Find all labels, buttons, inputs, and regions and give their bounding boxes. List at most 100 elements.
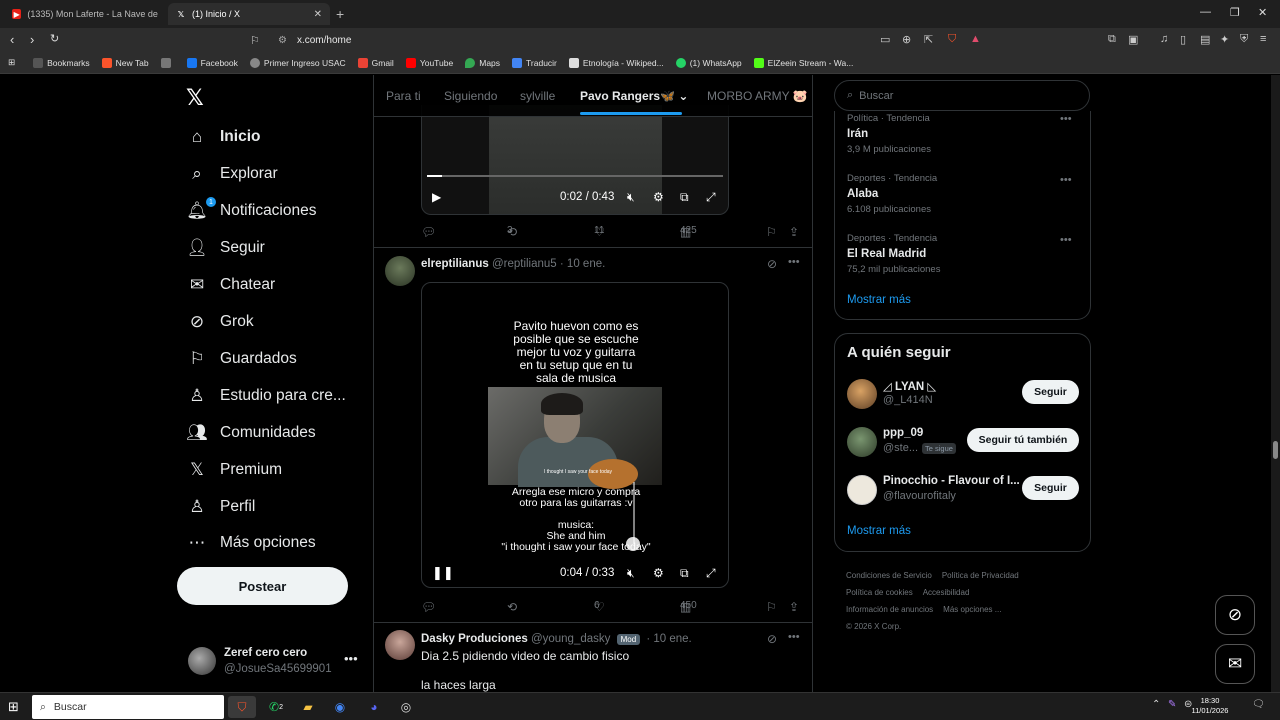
page-scrollbar[interactable] — [1271, 75, 1280, 692]
nav-item-comunidades[interactable]: 👥︎ Comunidades — [186, 418, 315, 448]
tab-sylville[interactable]: sylville — [520, 89, 555, 103]
tray-chevron-icon[interactable]: ⌃ — [1152, 699, 1160, 710]
trend-item[interactable]: Deportes · Tendencia El Real Madrid 75,2… — [847, 233, 940, 275]
windows-start-icon[interactable]: ⊞ — [8, 699, 19, 715]
tab-morbo-army[interactable]: MORBO ARMY 🐷 — [707, 89, 808, 103]
browser-tab-youtube[interactable]: ▶ (1335) Mon Laferte - La Nave del Olv — [4, 3, 166, 25]
new-tab-button[interactable]: + — [336, 6, 344, 22]
cast-icon[interactable]: ▭ — [880, 33, 890, 46]
play-icon[interactable]: ▶ — [432, 190, 441, 204]
sidebar-icon[interactable]: ▯ — [1180, 33, 1186, 46]
volume-slider-handle[interactable] — [626, 537, 640, 551]
tab-para-ti[interactable]: Para ti — [386, 89, 421, 103]
extensions-icon[interactable]: ⧉ — [1108, 33, 1116, 46]
more-icon[interactable]: ••• — [788, 256, 800, 268]
bookmark-icon[interactable]: ⚐ — [250, 34, 264, 47]
bookmark-item[interactable]: Primer Ingreso USAC — [249, 57, 346, 68]
follow-suggestion[interactable]: ppp_09 @ste... Te sigue Seguir tú también — [847, 426, 1087, 460]
menu-icon[interactable]: ≡ — [1260, 33, 1266, 45]
nav-item-estudio[interactable]: ♙ Estudio para cre... — [186, 381, 345, 411]
zoom-icon[interactable]: ⊕ — [902, 33, 911, 46]
footer-link[interactable]: Accesibilidad — [923, 588, 970, 597]
bookmark-item[interactable]: ElZeein Stream - Wa... — [753, 57, 853, 68]
nav-item-seguir[interactable]: 👤︎ Seguir — [186, 233, 265, 263]
search-input[interactable]: ⌕ Buscar — [834, 80, 1090, 111]
bookmark-item[interactable]: Etnología - Wikiped... — [568, 57, 664, 68]
x-logo-icon[interactable]: 𝕏 — [186, 85, 204, 111]
bookmark-item[interactable]: New Tab — [101, 57, 149, 68]
wallet-icon[interactable]: ▤ — [1200, 33, 1210, 46]
nav-item-premium[interactable]: 𝕏 Premium — [186, 455, 282, 485]
footer-link[interactable]: Información de anuncios — [846, 605, 933, 614]
fullscreen-icon[interactable]: ⤢ — [706, 190, 716, 205]
more-icon[interactable]: ••• — [1060, 174, 1072, 186]
more-icon[interactable]: ••• — [1060, 234, 1072, 246]
bookmark-item[interactable]: (1) WhatsApp — [675, 57, 742, 68]
whatsapp-icon[interactable]: ✆ 2 — [262, 696, 290, 718]
more-icon[interactable]: ••• — [1060, 113, 1072, 125]
trend-item[interactable]: Deportes · Tendencia Alaba 6.108 publica… — [847, 173, 937, 215]
bookmark-item[interactable]: YouTube — [405, 57, 453, 68]
reload-icon[interactable]: ↻ — [50, 32, 59, 45]
footer-link[interactable]: Política de Privacidad — [942, 571, 1019, 580]
fullscreen-icon[interactable]: ⤢ — [706, 566, 716, 581]
author-name[interactable]: Dasky Produciones — [421, 633, 528, 645]
author-handle[interactable]: @reptilianu5 — [492, 258, 557, 270]
video-player[interactable]: Pavito huevon como es posible que se esc… — [421, 282, 729, 588]
post-date[interactable]: · 10 ene. — [646, 633, 691, 645]
minimize-button[interactable]: — — [1200, 6, 1211, 18]
footer-link[interactable]: Condiciones de Servicio — [846, 571, 932, 580]
bookmark-item[interactable]: Traducir — [512, 57, 557, 68]
author-name[interactable]: elreptilianus — [421, 258, 489, 270]
pause-icon[interactable]: ❚❚ — [432, 565, 454, 581]
video-progress-bar[interactable] — [427, 175, 723, 177]
grok-icon[interactable]: ⊘ — [767, 632, 777, 646]
volume-slider[interactable] — [633, 482, 635, 544]
author-handle[interactable]: @young_dasky — [531, 633, 610, 645]
close-icon[interactable]: ✕ — [314, 9, 322, 20]
pip-icon[interactable]: ⧉ — [680, 566, 689, 581]
more-icon[interactable]: ••• — [344, 651, 358, 666]
share-icon[interactable]: ⇱ — [924, 33, 933, 46]
nav-item-explorar[interactable]: ⌕ Explorar — [186, 159, 277, 189]
follow-back-button[interactable]: Seguir tú también — [967, 428, 1079, 452]
back-icon[interactable]: ‹ — [10, 32, 14, 47]
volume-muted-icon[interactable]: 🔇︎ — [627, 190, 635, 205]
account-switcher[interactable]: Zeref cero cero @JosueSa45699901 ••• — [186, 643, 372, 683]
screenshot-icon[interactable]: ▣ — [1128, 33, 1138, 46]
messages-float-button[interactable]: ✉ — [1215, 644, 1255, 684]
scrollbar-thumb[interactable] — [1273, 441, 1278, 459]
close-window-button[interactable]: ✕ — [1258, 6, 1267, 19]
trend-item[interactable]: Política · Tendencia Irán 3,9 M publicac… — [847, 113, 931, 155]
footer-link[interactable]: Política de cookies — [846, 588, 913, 597]
follow-suggestion[interactable]: ◿ LYAN ◺ @_L414N Seguir — [847, 378, 1087, 412]
nav-item-inicio[interactable]: ⌂ Inicio — [186, 122, 261, 152]
brave-icon[interactable]: ⛉ — [228, 696, 256, 718]
notifications-icon[interactable]: 🗨︎ — [1252, 699, 1265, 710]
chrome-icon[interactable]: ◉ — [326, 696, 354, 718]
bookmark-item[interactable]: Facebook — [186, 57, 238, 68]
site-info-icon[interactable]: ⚙ — [278, 35, 287, 46]
brave-shield-icon[interactable]: ⛉ — [948, 33, 956, 46]
nav-item-perfil[interactable]: ♙ Perfil — [186, 492, 255, 522]
volume-muted-icon[interactable]: 🔇︎ — [627, 566, 635, 581]
vpn-icon[interactable]: ⛨ — [1240, 33, 1248, 46]
pip-icon[interactable]: ⧉ — [680, 190, 689, 205]
forward-icon[interactable]: › — [30, 32, 34, 47]
follow-suggestion[interactable]: Pinocchio - Flavour of I... @flavourofit… — [847, 474, 1087, 508]
footer-link[interactable]: Más opciones ... — [943, 605, 1001, 614]
restore-button[interactable]: ❐ — [1230, 6, 1240, 19]
nav-item-mas-opciones[interactable]: ⋯ Más opciones — [186, 528, 316, 558]
nav-item-chatear[interactable]: ✉ Chatear — [186, 270, 275, 300]
media-icon[interactable]: ♫ — [1160, 33, 1168, 45]
bookmark-item[interactable]: Maps — [465, 57, 500, 68]
clock[interactable]: 18:30 11/01/2026 — [1190, 696, 1230, 716]
chevron-down-icon[interactable]: ⌄ — [678, 89, 688, 103]
post-date[interactable]: · 10 ene. — [560, 258, 605, 270]
avatar[interactable] — [385, 256, 415, 286]
bookmark-item[interactable]: Bookmarks — [33, 57, 90, 68]
nav-item-notificaciones[interactable]: 🔔︎ 1 Notificaciones — [186, 196, 317, 226]
settings-icon[interactable]: ⚙ — [653, 190, 664, 204]
settings-icon[interactable]: ⚙ — [653, 566, 664, 580]
leo-icon[interactable]: ✦ — [1220, 33, 1229, 46]
